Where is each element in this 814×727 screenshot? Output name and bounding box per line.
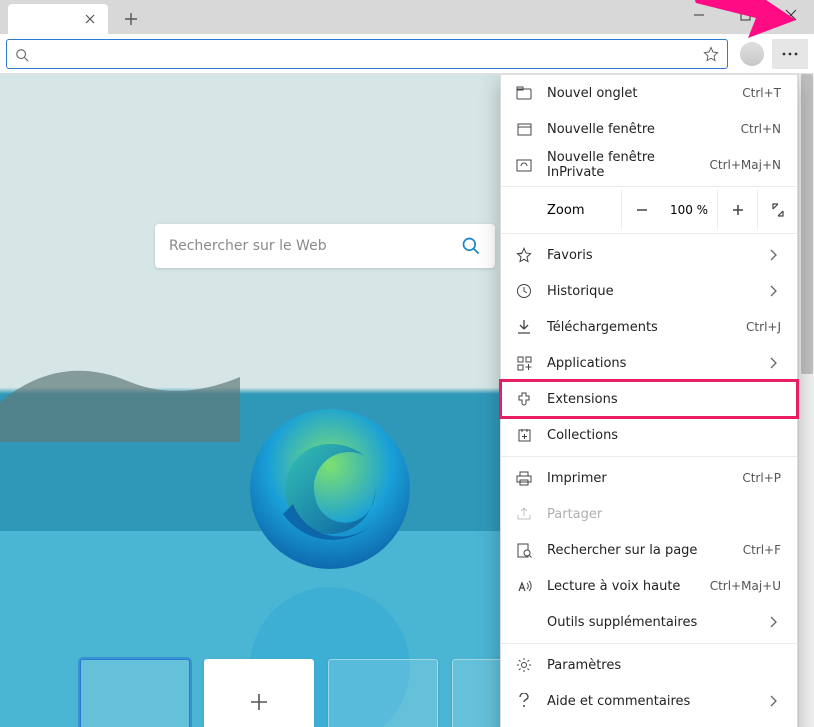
menu-label: Imprimer (547, 471, 742, 486)
zoom-in-button[interactable] (717, 190, 757, 230)
menu-label: Extensions (547, 392, 781, 407)
menu-shortcut: Ctrl+T (742, 86, 781, 100)
menu-settings[interactable]: Paramètres (501, 647, 797, 683)
menu-shortcut: Ctrl+P (742, 471, 781, 485)
menu-separator (501, 233, 797, 234)
quick-link-tile[interactable] (80, 659, 190, 727)
more-menu-button[interactable] (772, 39, 808, 69)
menu-label: Partager (547, 507, 781, 522)
new-tab-button[interactable] (114, 4, 148, 34)
menu-label: Collections (547, 428, 781, 443)
share-icon (515, 505, 533, 523)
chevron-right-icon (769, 616, 781, 628)
search-placeholder: Rechercher sur le Web (169, 238, 461, 254)
menu-zoom-row: Zoom 100 % (501, 190, 797, 230)
menu-label: Nouvel onglet (547, 86, 742, 101)
vertical-scrollbar[interactable] (798, 74, 814, 727)
menu-label: Lecture à voix haute (547, 579, 710, 594)
menu-print[interactable]: Imprimer Ctrl+P (501, 460, 797, 496)
menu-close-edge[interactable]: Fermer Microsoft Edge (501, 719, 797, 727)
menu-label: Outils supplémentaires (547, 615, 769, 630)
menu-help[interactable]: Aide et commentaires (501, 683, 797, 719)
menu-new-tab[interactable]: Nouvel onglet Ctrl+T (501, 75, 797, 111)
chevron-right-icon (769, 285, 781, 297)
close-tab-icon[interactable] (82, 11, 98, 27)
menu-read-aloud[interactable]: Lecture à voix haute Ctrl+Maj+U (501, 568, 797, 604)
menu-share: Partager (501, 496, 797, 532)
web-search-box[interactable]: Rechercher sur le Web (155, 224, 495, 268)
window-controls (676, 0, 814, 30)
settings-menu: Nouvel onglet Ctrl+T Nouvelle fenêtre Ct… (500, 74, 798, 727)
menu-downloads[interactable]: Téléchargements Ctrl+J (501, 309, 797, 345)
chevron-right-icon (769, 695, 781, 707)
menu-label: Paramètres (547, 658, 781, 673)
menu-apps[interactable]: Applications (501, 345, 797, 381)
address-input[interactable] (37, 46, 697, 61)
zoom-percent: 100 % (661, 203, 717, 217)
menu-label: Rechercher sur la page (547, 543, 743, 558)
print-icon (515, 469, 533, 487)
profile-button[interactable] (734, 39, 770, 69)
menu-shortcut: Ctrl+Maj+U (710, 579, 781, 593)
avatar-icon (740, 42, 764, 66)
search-icon[interactable] (461, 236, 481, 256)
menu-label: Téléchargements (547, 320, 746, 335)
chevron-right-icon (769, 357, 781, 369)
toolbar (0, 34, 814, 74)
quick-links (80, 659, 562, 727)
blank-icon (515, 613, 533, 631)
menu-extensions[interactable]: Extensions (501, 381, 797, 417)
menu-find[interactable]: Rechercher sur la page Ctrl+F (501, 532, 797, 568)
menu-separator (501, 456, 797, 457)
zoom-label: Zoom (501, 203, 621, 218)
minimize-button[interactable] (676, 0, 722, 30)
menu-shortcut: Ctrl+N (741, 122, 781, 136)
menu-separator (501, 643, 797, 644)
collections-icon (515, 426, 533, 444)
chevron-right-icon (769, 249, 781, 261)
page-content: Rechercher sur le Web (0, 74, 814, 727)
apps-icon (515, 354, 533, 372)
quick-link-tile[interactable] (328, 659, 438, 727)
read-aloud-icon (515, 577, 533, 595)
add-quick-link-tile[interactable] (204, 659, 314, 727)
history-icon (515, 282, 533, 300)
close-window-button[interactable] (768, 0, 814, 30)
menu-label: Aide et commentaires (547, 694, 769, 709)
star-icon (515, 246, 533, 264)
gear-icon (515, 656, 533, 674)
maximize-button[interactable] (722, 0, 768, 30)
menu-collections[interactable]: Collections (501, 417, 797, 453)
new-tab-icon (515, 84, 533, 102)
edge-logo (245, 404, 415, 574)
menu-shortcut: Ctrl+J (746, 320, 781, 334)
menu-history[interactable]: Historique (501, 273, 797, 309)
help-icon (515, 692, 533, 710)
menu-separator (501, 186, 797, 187)
browser-tab[interactable] (8, 4, 108, 34)
scrollbar-thumb[interactable] (801, 74, 813, 374)
menu-label: Nouvelle fenêtre InPrivate (547, 150, 710, 180)
window-icon (515, 120, 533, 138)
menu-new-window[interactable]: Nouvelle fenêtre Ctrl+N (501, 111, 797, 147)
search-icon (15, 47, 29, 61)
menu-label: Nouvelle fenêtre (547, 122, 741, 137)
menu-favorites[interactable]: Favoris (501, 237, 797, 273)
inprivate-icon (515, 156, 533, 174)
menu-new-inprivate[interactable]: Nouvelle fenêtre InPrivate Ctrl+Maj+N (501, 147, 797, 183)
menu-label: Applications (547, 356, 769, 371)
menu-label: Favoris (547, 248, 769, 263)
fullscreen-button[interactable] (757, 190, 797, 230)
favorite-star-icon[interactable] (703, 46, 719, 62)
menu-shortcut: Ctrl+F (743, 543, 781, 557)
download-icon (515, 318, 533, 336)
titlebar (0, 0, 814, 34)
menu-label: Historique (547, 284, 769, 299)
find-icon (515, 541, 533, 559)
menu-shortcut: Ctrl+Maj+N (710, 158, 781, 172)
zoom-out-button[interactable] (621, 190, 661, 230)
menu-more-tools[interactable]: Outils supplémentaires (501, 604, 797, 640)
address-bar[interactable] (6, 39, 728, 69)
extensions-icon (515, 390, 533, 408)
